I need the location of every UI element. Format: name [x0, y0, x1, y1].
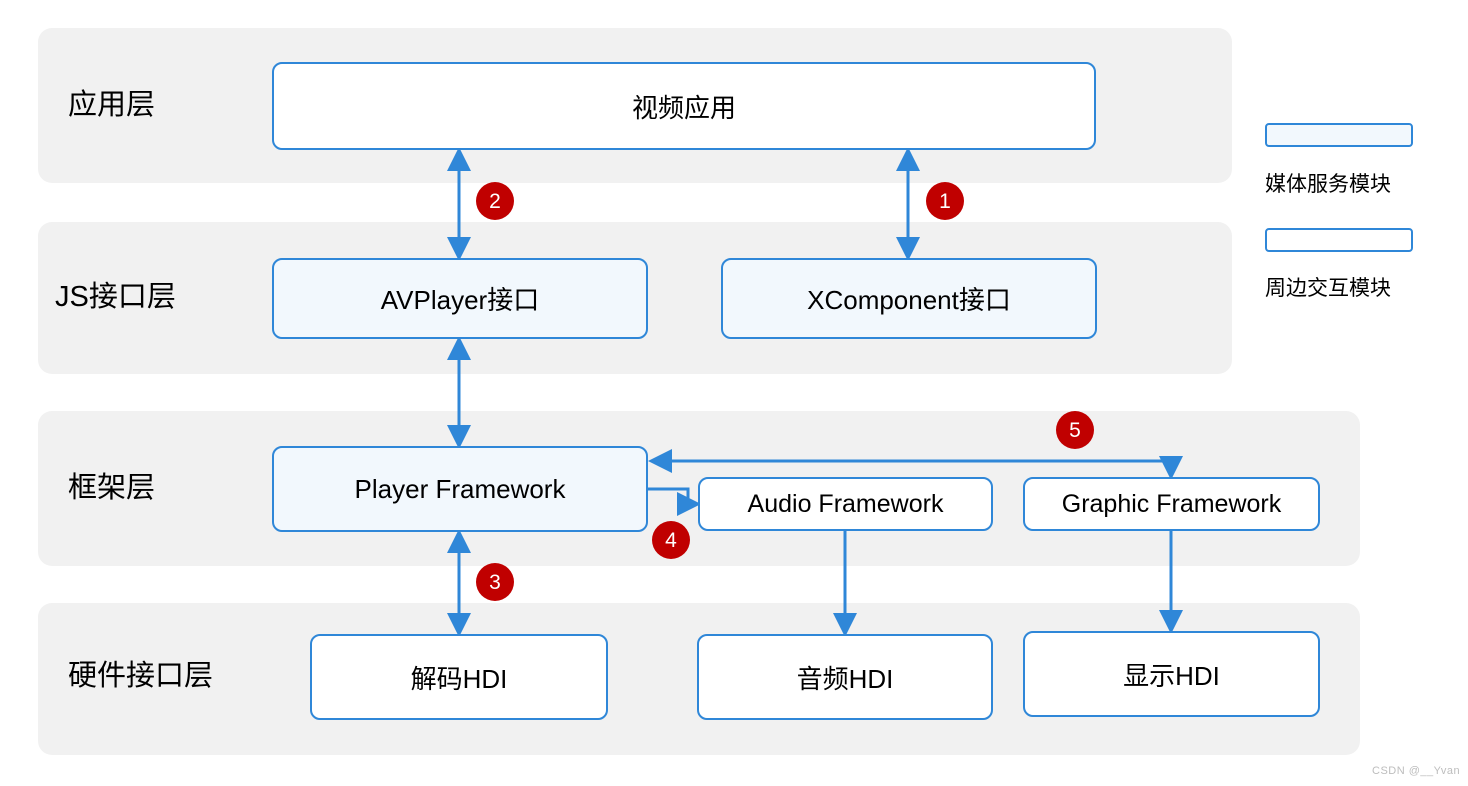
- step-badge-5: 5: [1056, 411, 1094, 449]
- layer-label-app: 应用层: [68, 89, 156, 121]
- watermark-text: CSDN @__Yvan: [1372, 765, 1461, 777]
- node-decode-hdi[interactable]: 解码HDI: [310, 634, 608, 720]
- node-graphic-framework[interactable]: Graphic Framework: [1023, 477, 1320, 531]
- node-audio-hdi[interactable]: 音频HDI: [697, 634, 993, 720]
- node-audio-framework[interactable]: Audio Framework: [698, 477, 993, 531]
- step-badge-4: 4: [652, 521, 690, 559]
- legend-label-media-service: 媒体服务模块: [1265, 173, 1391, 196]
- step-badge-1: 1: [926, 182, 964, 220]
- layer-label-framework: 框架层: [68, 472, 156, 504]
- layer-label-js: JS接口层: [55, 281, 176, 313]
- node-display-hdi[interactable]: 显示HDI: [1023, 631, 1320, 717]
- node-player-framework[interactable]: Player Framework: [272, 446, 648, 532]
- node-avplayer-api[interactable]: AVPlayer接口: [272, 258, 648, 339]
- legend-label-peripheral: 周边交互模块: [1265, 277, 1391, 300]
- node-xcomponent-api[interactable]: XComponent接口: [721, 258, 1097, 339]
- legend-swatch-media-service: [1265, 123, 1413, 147]
- legend-swatch-peripheral: [1265, 228, 1413, 252]
- layer-label-hdi: 硬件接口层: [68, 660, 214, 692]
- step-badge-2: 2: [476, 182, 514, 220]
- diagram-canvas: 应用层 JS接口层 框架层 硬件接口层 视频应用 AVPlayer接口 XCom…: [0, 0, 1468, 786]
- node-video-app[interactable]: 视频应用: [272, 62, 1096, 150]
- step-badge-3: 3: [476, 563, 514, 601]
